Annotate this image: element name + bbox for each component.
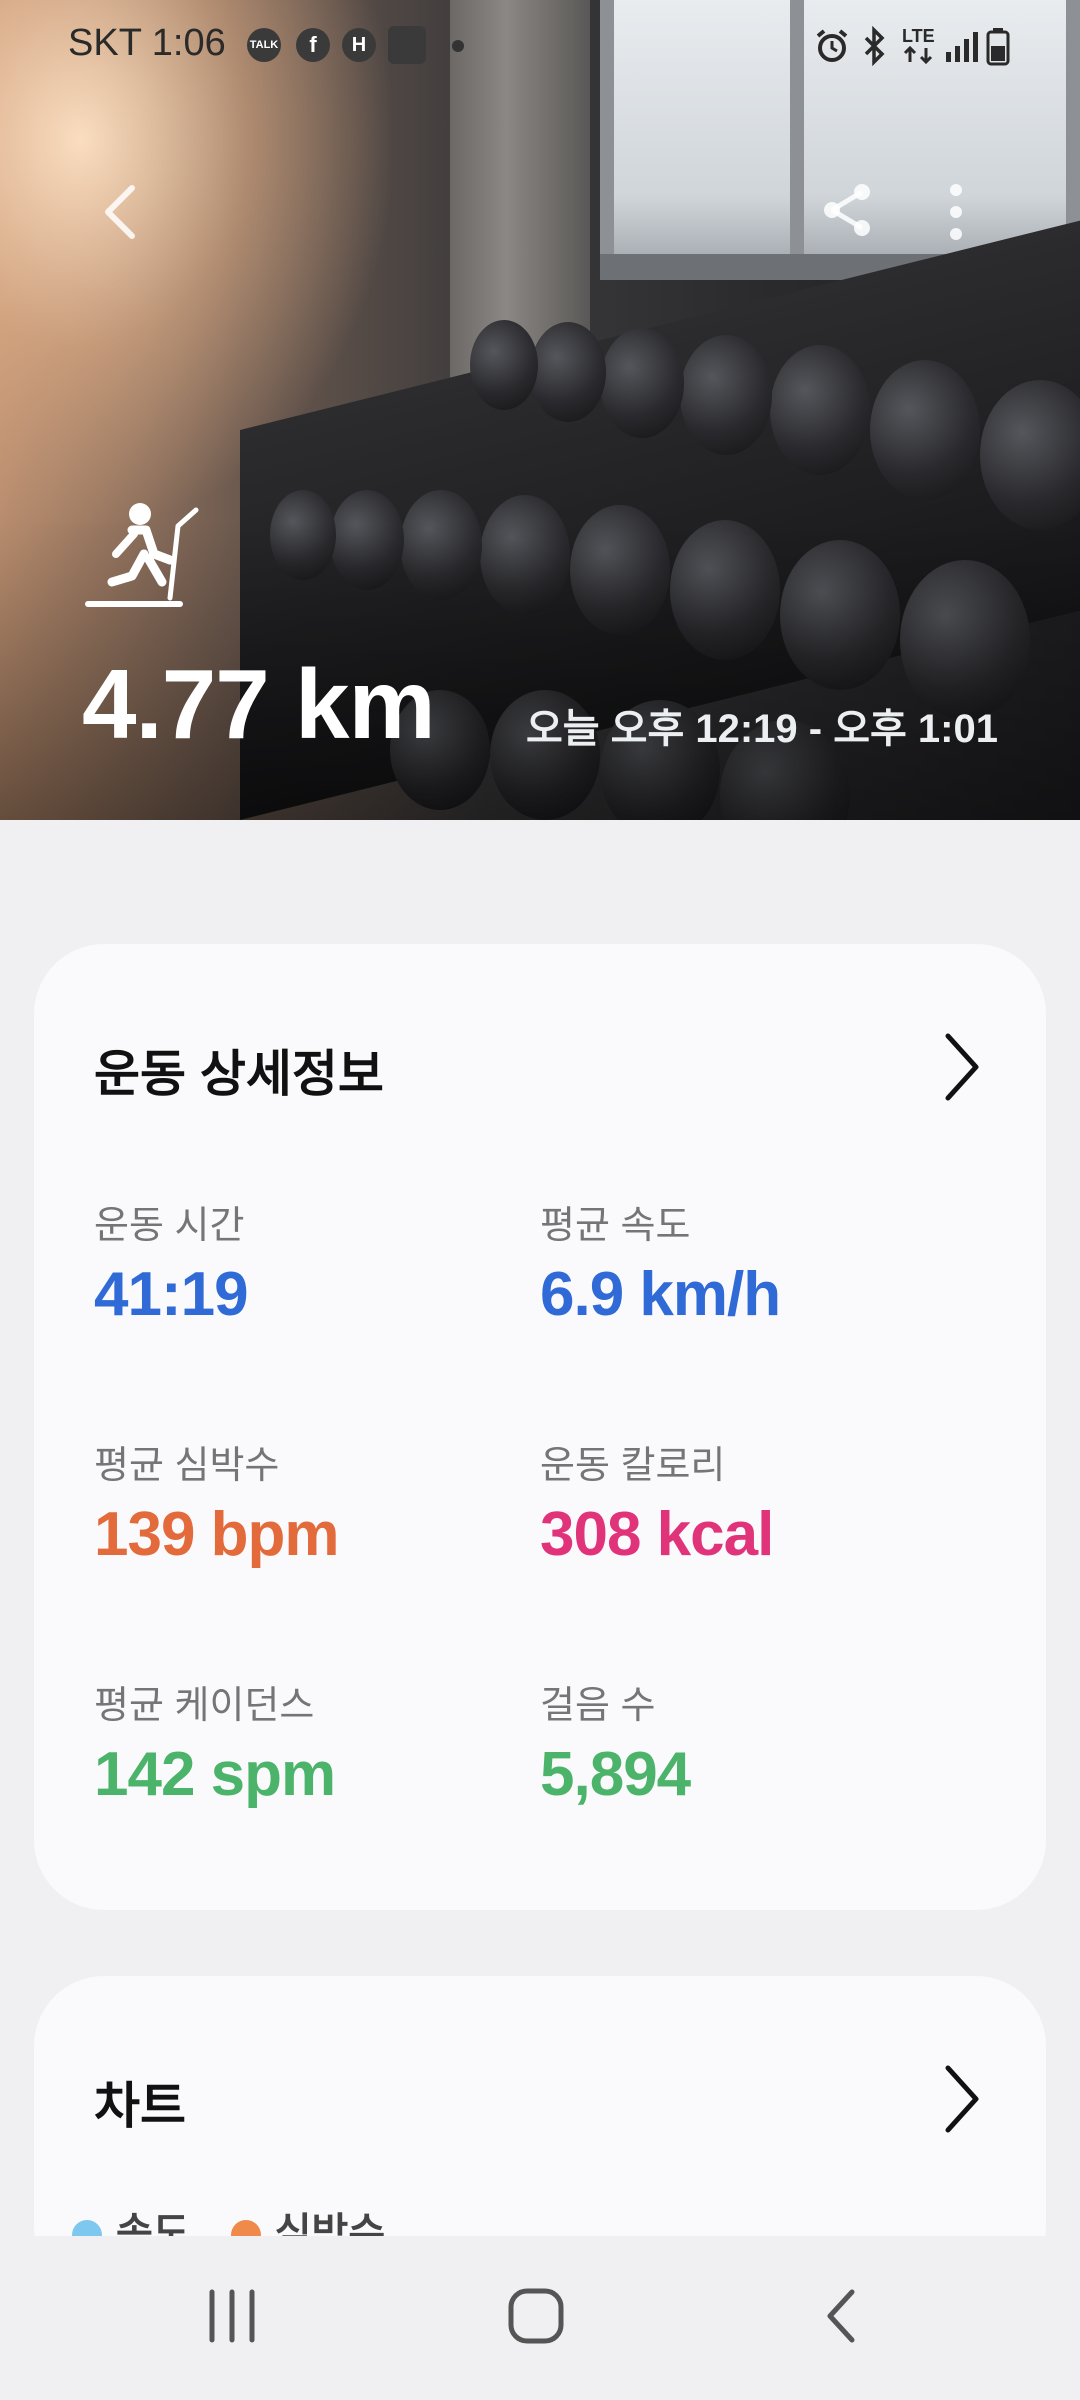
stat-steps: 걸음 수 5,894: [540, 1674, 691, 1810]
chevron-right-icon[interactable]: [942, 2064, 982, 2134]
stat-avg-speed: 평균 속도 6.9 km/h: [540, 1194, 781, 1330]
stat-value: 41:19: [94, 1260, 249, 1329]
lte-icon: LTE: [902, 26, 935, 46]
stat-value: 6.9 km/h: [540, 1260, 781, 1329]
talk-icon: TALK: [247, 28, 281, 62]
stat-calories: 운동 칼로리 308 kcal: [540, 1434, 774, 1570]
workout-time-range: 오늘 오후 12:19 - 오후 1:01: [525, 707, 998, 751]
signal-icon: [946, 32, 978, 62]
stat-label: 평균 심박수: [94, 1445, 280, 1487]
navigation-bar: [0, 2236, 1080, 2400]
stat-value: 139 bpm: [94, 1500, 340, 1569]
chart-card-title: 차트: [94, 2078, 186, 2134]
stat-label: 평균 케이던스: [94, 1685, 315, 1727]
stat-avg-heart-rate: 평균 심박수 139 bpm: [94, 1434, 340, 1570]
back-button[interactable]: [820, 2286, 860, 2346]
stat-label: 평균 속도: [540, 1205, 691, 1247]
stat-duration: 운동 시간 41:19: [94, 1194, 249, 1330]
stat-value: 308 kcal: [540, 1500, 774, 1569]
data-arrows-icon: [903, 46, 933, 64]
status-bar: SKT 1:06 TALK f H LTE: [0, 0, 1080, 90]
stat-value: 142 spm: [94, 1740, 336, 1809]
distance-value: 4.77 km: [82, 649, 436, 759]
stat-label: 운동 칼로리: [540, 1445, 726, 1487]
share-icon[interactable]: [818, 180, 878, 240]
more-options-icon[interactable]: [944, 180, 968, 244]
stat-label: 운동 시간: [94, 1205, 245, 1247]
home-button[interactable]: [506, 2286, 566, 2346]
chevron-right-icon[interactable]: [942, 1032, 982, 1102]
more-notifications-icon: [452, 40, 464, 52]
bluetooth-icon: [864, 26, 885, 66]
treadmill-icon: [85, 503, 199, 607]
recents-button[interactable]: [204, 2286, 260, 2346]
facebook-icon: f: [296, 28, 330, 62]
stat-value: 5,894: [540, 1740, 691, 1809]
alarm-icon: [816, 29, 848, 62]
hyundai-icon: H: [342, 28, 376, 62]
stat-label: 걸음 수: [540, 1685, 656, 1727]
workout-details-card: 운동 상세정보 운동 시간 41:19 평균 속도 6.9 km/h 평균 심박…: [34, 944, 1046, 1910]
details-card-title: 운동 상세정보: [94, 1046, 384, 1102]
battery-icon: [986, 28, 1010, 66]
app-icon: [388, 26, 426, 64]
status-carrier-time: SKT 1:06: [68, 22, 226, 64]
stat-avg-cadence: 평균 케이던스 142 spm: [94, 1674, 336, 1810]
back-arrow-icon[interactable]: [98, 182, 142, 242]
